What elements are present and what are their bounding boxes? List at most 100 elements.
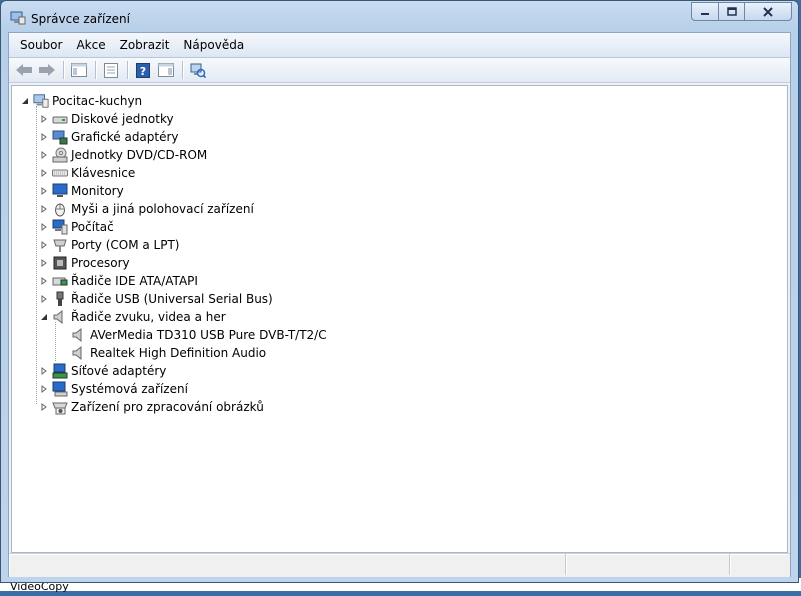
status-cell-main (9, 554, 566, 575)
tree-node-label: Monitory (71, 184, 124, 198)
expand-triangle-icon[interactable] (39, 294, 49, 304)
toolbar: ? (9, 58, 790, 83)
tree-node-label: Myši a jiná polohovací zařízení (71, 202, 254, 216)
tree-node-category[interactable]: Řadiče USB (Universal Serial Bus) (39, 290, 273, 308)
device-manager-window: Správce zařízení Soubor Akce Zobrazit Ná… (0, 0, 799, 583)
expand-triangle-icon[interactable] (39, 150, 49, 160)
close-icon (763, 6, 773, 17)
display-adapter-icon (52, 129, 68, 145)
device-manager-icon (10, 11, 26, 25)
dvd-drive-icon (52, 147, 68, 163)
computer-icon (52, 219, 68, 235)
tree-guide-line (36, 106, 37, 404)
tree-node-category[interactable]: Síťové adaptéry (39, 362, 166, 380)
properties-button[interactable] (100, 60, 122, 80)
toolbar-separator (127, 61, 128, 79)
usb-controller-icon (52, 291, 68, 307)
expand-triangle-icon[interactable] (39, 204, 49, 214)
disk-drive-icon (52, 111, 68, 127)
tree-node-category[interactable]: Diskové jednotky (39, 110, 174, 128)
minimize-icon (701, 12, 709, 15)
computer-icon (33, 93, 49, 109)
sound-icon (52, 309, 68, 325)
tree-node-label: Jednotky DVD/CD-ROM (71, 148, 208, 162)
properties-icon (104, 62, 118, 78)
tree-node-label: Porty (COM a LPT) (71, 238, 180, 252)
device-tree[interactable]: Pocitac-kuchyn Diskové jednotky Grafické… (11, 85, 788, 553)
tree-node-device[interactable]: AVerMedia TD310 USB Pure DVB-T/T2/C (71, 326, 327, 344)
tree-node-category[interactable]: Klávesnice (39, 164, 135, 182)
tree-node-category[interactable]: Procesory (39, 254, 130, 272)
expand-triangle-icon[interactable] (39, 402, 49, 412)
scan-hardware-icon (190, 63, 206, 78)
ide-controller-icon (52, 273, 68, 289)
expand-triangle-icon[interactable] (39, 258, 49, 268)
svg-text:?: ? (140, 65, 146, 78)
close-button[interactable] (745, 2, 792, 21)
tree-node-category[interactable]: Grafické adaptéry (39, 128, 179, 146)
tree-node-device[interactable]: Realtek High Definition Audio (71, 344, 266, 362)
action-pane-button[interactable] (155, 60, 177, 80)
expand-triangle-icon[interactable] (39, 132, 49, 142)
imaging-device-icon (52, 399, 68, 415)
tree-node-label: Klávesnice (71, 166, 136, 180)
tree-node-category[interactable]: Řadiče IDE ATA/ATAPI (39, 272, 198, 290)
tree-node-label: Síťové adaptéry (71, 364, 167, 378)
action-pane-icon (158, 63, 174, 77)
tree-node-category[interactable]: Jednotky DVD/CD-ROM (39, 146, 207, 164)
toolbar-separator (95, 61, 96, 79)
tree-node-category[interactable]: Zařízení pro zpracování obrázků (39, 398, 264, 416)
tree-node-label: Řadiče zvuku, videa a her (71, 310, 226, 324)
expand-triangle-icon[interactable] (39, 240, 49, 250)
processor-icon (52, 255, 68, 271)
speaker-icon (71, 327, 87, 343)
tree-node-label: AVerMedia TD310 USB Pure DVB-T/T2/C (90, 328, 327, 342)
status-cell-grip (730, 554, 788, 575)
scan-hardware-button[interactable] (187, 60, 209, 80)
tree-node-category[interactable]: Porty (COM a LPT) (39, 236, 179, 254)
status-cell-secondary (566, 554, 730, 575)
expand-triangle-icon[interactable] (39, 276, 49, 286)
client-area: Soubor Akce Zobrazit Nápověda ? Pocitac-… (8, 32, 791, 577)
tree-node-label: Systémová zařízení (71, 382, 188, 396)
keyboard-icon (52, 165, 68, 181)
tree-node-label: Realtek High Definition Audio (90, 346, 267, 360)
tree-node-label: Řadiče USB (Universal Serial Bus) (71, 292, 273, 306)
minimize-button[interactable] (691, 2, 719, 21)
expand-triangle-icon[interactable] (39, 186, 49, 196)
title-bar[interactable]: Správce zařízení (1, 1, 798, 33)
console-tree-button[interactable] (68, 60, 90, 80)
help-icon: ? (136, 62, 150, 78)
collapse-triangle-icon[interactable] (20, 96, 30, 106)
tree-node-label: Pocitac-kuchyn (52, 94, 143, 108)
tree-node-category[interactable]: Monitory (39, 182, 124, 200)
help-button[interactable]: ? (132, 60, 154, 80)
show-hide-console-tree-icon (71, 63, 87, 77)
mouse-icon (52, 201, 68, 217)
maximize-button[interactable] (719, 2, 745, 21)
back-button[interactable] (13, 60, 35, 80)
menu-action[interactable]: Akce (69, 34, 112, 56)
port-icon (52, 237, 68, 253)
expand-triangle-icon[interactable] (39, 366, 49, 376)
tree-guide-line (55, 322, 56, 361)
collapse-triangle-icon[interactable] (39, 312, 49, 322)
expand-triangle-icon[interactable] (39, 222, 49, 232)
tree-node-category-expanded[interactable]: Řadiče zvuku, videa a her (39, 308, 226, 326)
tree-node-category[interactable]: Myši a jiná polohovací zařízení (39, 200, 254, 218)
tree-node-label: Počítač (71, 220, 114, 234)
network-adapter-icon (52, 363, 68, 379)
forward-button[interactable] (36, 60, 58, 80)
expand-triangle-icon[interactable] (39, 114, 49, 124)
menu-help[interactable]: Nápověda (176, 34, 251, 56)
menu-file[interactable]: Soubor (13, 34, 69, 56)
toolbar-separator (182, 61, 183, 79)
tree-node-label: Řadiče IDE ATA/ATAPI (71, 274, 198, 288)
tree-node-root[interactable]: Pocitac-kuchyn (20, 92, 142, 110)
expand-triangle-icon[interactable] (39, 384, 49, 394)
menu-view[interactable]: Zobrazit (113, 34, 177, 56)
monitor-icon (52, 183, 68, 199)
expand-triangle-icon[interactable] (39, 168, 49, 178)
tree-node-category[interactable]: Systémová zařízení (39, 380, 188, 398)
tree-node-category[interactable]: Počítač (39, 218, 114, 236)
